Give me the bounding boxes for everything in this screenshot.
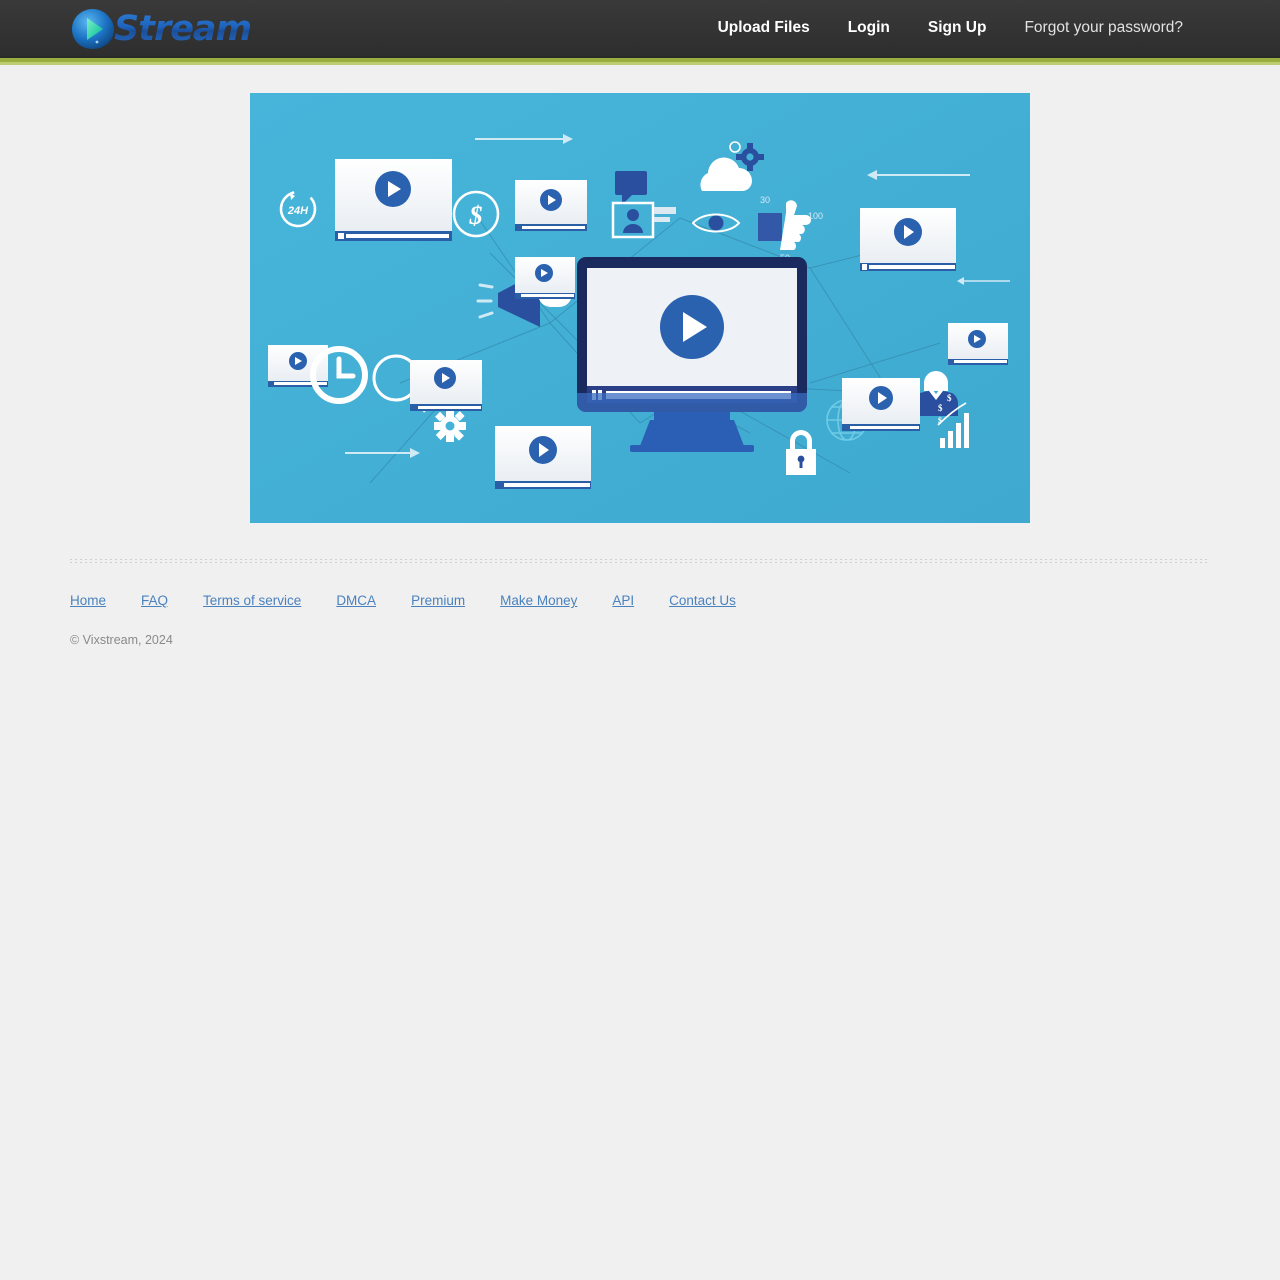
svg-text:$: $ [469,201,483,230]
footer-link-api[interactable]: API [612,593,634,608]
nav-forgot-password[interactable]: Forgot your password? [1005,0,1202,56]
footer-links: Home FAQ Terms of service DMCA Premium M… [70,593,1210,608]
hero-banner-wrap: 24H $ 30 100 $ $ $ [250,93,1030,523]
hero-illustration: 24H $ 30 100 $ $ $ [250,93,1030,523]
footer-link-terms[interactable]: Terms of service [203,593,301,608]
gear-icon [434,410,466,442]
copyright-text: © Vixstream, 2024 [70,633,173,647]
nav-upload-files[interactable]: Upload Files [699,0,829,56]
header-accent-rule-light [0,62,1280,65]
svg-text:$: $ [938,403,943,413]
footer-link-faq[interactable]: FAQ [141,593,168,608]
page-content: 24H $ 30 100 $ $ $ Home FAQ Terms of ser… [0,93,1280,647]
svg-text:24H: 24H [287,205,309,217]
svg-text:$: $ [947,393,952,403]
footer-link-dmca[interactable]: DMCA [336,593,376,608]
nav-login[interactable]: Login [829,0,909,56]
footer-link-home[interactable]: Home [70,593,106,608]
site-footer: Home FAQ Terms of service DMCA Premium M… [70,523,1210,647]
site-header: Stream Upload Files Login Sign Up Forgot… [0,0,1280,56]
main-navigation: Upload Files Login Sign Up Forgot your p… [699,0,1202,56]
site-logo[interactable]: Stream [70,6,252,52]
views-count-label: 30 [760,195,770,205]
header-inner: Stream Upload Files Login Sign Up Forgot… [0,0,1280,56]
footer-link-premium[interactable]: Premium [411,593,465,608]
play-triangle-icon [70,7,116,51]
likes-count-label: 100 [808,211,823,221]
nav-signup[interactable]: Sign Up [909,0,1006,56]
footer-link-contact[interactable]: Contact Us [669,593,736,608]
logo-wordmark: Stream [114,9,252,49]
footer-divider [70,559,1210,563]
footer-link-make-money[interactable]: Make Money [500,593,577,608]
